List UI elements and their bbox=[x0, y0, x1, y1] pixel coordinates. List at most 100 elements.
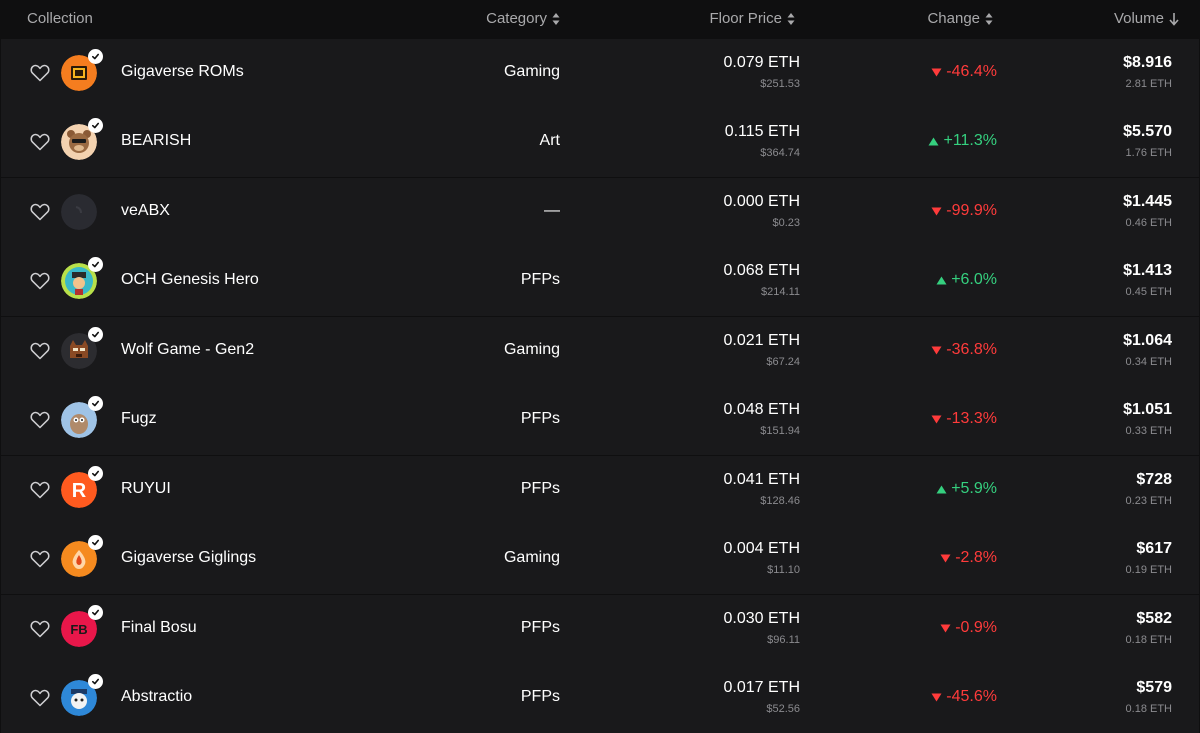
verified-check-icon bbox=[88, 535, 103, 550]
change-percent: +5.9% bbox=[951, 480, 997, 497]
floor-price-eth: 0.041 ETH bbox=[723, 471, 800, 488]
category-label: Gaming bbox=[503, 549, 560, 566]
triangle-up-icon bbox=[936, 276, 947, 285]
change-value: -13.3% bbox=[931, 410, 997, 428]
floor-price-eth: 0.004 ETH bbox=[723, 540, 800, 557]
header-volume[interactable]: Volume bbox=[1114, 10, 1179, 27]
heart-icon[interactable] bbox=[30, 620, 50, 638]
collection-name[interactable]: Gigaverse ROMs bbox=[121, 63, 244, 81]
floor-price-usd: $151.94 bbox=[760, 425, 800, 437]
collections-table: Collection Category Floor Price Change V… bbox=[0, 0, 1200, 733]
triangle-down-icon bbox=[931, 346, 942, 355]
heart-icon[interactable] bbox=[30, 64, 50, 82]
collection-name[interactable]: Gigaverse Giglings bbox=[121, 549, 256, 567]
verified-check-icon bbox=[88, 257, 103, 272]
table-header: Collection Category Floor Price Change V… bbox=[0, 0, 1200, 38]
triangle-down-icon bbox=[931, 207, 942, 216]
table-row[interactable]: Gigaverse Giglings Gaming 0.004 ETH $11.10 -… bbox=[1, 525, 1199, 594]
sort-icon bbox=[985, 12, 993, 26]
volume-usd: $1.445 bbox=[1123, 193, 1172, 210]
heart-icon[interactable] bbox=[30, 411, 50, 429]
collection-name[interactable]: veABX bbox=[121, 202, 170, 220]
collection-name[interactable]: Wolf Game - Gen2 bbox=[121, 341, 254, 359]
floor-price-eth: 0.030 ETH bbox=[723, 610, 800, 627]
table-row[interactable]: Abstractio PFPs 0.017 ETH $52.56 -45.6% $579 0… bbox=[1, 664, 1199, 733]
volume-usd: $1.413 bbox=[1123, 262, 1172, 279]
category-label: PFPs bbox=[520, 619, 560, 636]
category-label: — bbox=[544, 202, 560, 219]
category-label: PFPs bbox=[520, 480, 560, 497]
change-value: +11.3% bbox=[928, 132, 997, 150]
change-percent: +6.0% bbox=[951, 271, 997, 288]
floor-price-usd: $96.11 bbox=[767, 634, 800, 646]
floor-price-usd: $214.11 bbox=[761, 286, 800, 298]
volume-usd: $617 bbox=[1136, 540, 1172, 557]
floor-price-usd: $52.56 bbox=[766, 703, 800, 715]
floor-price-usd: $11.10 bbox=[767, 564, 800, 576]
category-label: PFPs bbox=[520, 271, 560, 288]
avatar bbox=[61, 257, 103, 299]
table-row[interactable]: Gigaverse ROMs Gaming 0.079 ETH $251.53 -46.… bbox=[1, 39, 1199, 108]
volume-eth: 0.23 ETH bbox=[1125, 495, 1172, 507]
volume-eth: 1.76 ETH bbox=[1125, 147, 1172, 159]
avatar bbox=[61, 194, 97, 230]
heart-icon[interactable] bbox=[30, 133, 50, 151]
table-row[interactable]: FB Final Bosu PFPs 0.030 ETH $96.11 -0.9% $582… bbox=[1, 595, 1199, 664]
volume-eth: 0.33 ETH bbox=[1125, 425, 1172, 437]
heart-icon[interactable] bbox=[30, 272, 50, 290]
category-label: PFPs bbox=[520, 688, 560, 705]
header-collection[interactable]: Collection bbox=[27, 10, 93, 27]
collection-name[interactable]: OCH Genesis Hero bbox=[121, 271, 259, 289]
change-percent: -99.9% bbox=[946, 202, 997, 219]
collection-name[interactable]: Final Bosu bbox=[121, 619, 197, 637]
change-value: -46.4% bbox=[931, 63, 997, 81]
heart-icon[interactable] bbox=[30, 550, 50, 568]
header-change[interactable]: Change bbox=[927, 10, 993, 27]
heart-icon[interactable] bbox=[30, 481, 50, 499]
avatar bbox=[61, 535, 103, 577]
collection-name[interactable]: Fugz bbox=[121, 410, 157, 428]
collection-name[interactable]: RUYUI bbox=[121, 480, 171, 498]
change-value: +6.0% bbox=[936, 271, 997, 289]
table-row[interactable]: Fugz PFPs 0.048 ETH $151.94 -13.3% $1.051 0.33… bbox=[1, 386, 1199, 455]
floor-price-usd: $128.46 bbox=[760, 495, 800, 507]
heart-icon[interactable] bbox=[30, 689, 50, 707]
verified-check-icon bbox=[88, 327, 103, 342]
heart-icon[interactable] bbox=[30, 342, 50, 360]
floor-price-eth: 0.000 ETH bbox=[723, 193, 800, 210]
table-row[interactable]: BEARISH Art 0.115 ETH $364.74 +11.3% $5.570 1.… bbox=[1, 108, 1199, 177]
change-percent: -2.8% bbox=[955, 549, 997, 566]
table-row[interactable]: R RUYUI PFPs 0.041 ETH $128.46 +5.9% $728 0.23 … bbox=[1, 456, 1199, 525]
table-row[interactable]: Wolf Game - Gen2 Gaming 0.021 ETH $67.24 -36… bbox=[1, 317, 1199, 386]
volume-eth: 0.45 ETH bbox=[1125, 286, 1172, 298]
floor-price-eth: 0.017 ETH bbox=[723, 679, 800, 696]
table-row[interactable]: veABX — 0.000 ETH $0.23 -99.9% $1.445 0.46 ETH bbox=[1, 178, 1199, 247]
floor-price-eth: 0.068 ETH bbox=[723, 262, 800, 279]
collection-name[interactable]: Abstractio bbox=[121, 688, 192, 706]
floor-price-eth: 0.079 ETH bbox=[723, 54, 800, 71]
volume-eth: 2.81 ETH bbox=[1125, 78, 1172, 90]
svg-text:R: R bbox=[72, 480, 87, 502]
floor-price-usd: $251.53 bbox=[760, 78, 800, 90]
volume-eth: 0.34 ETH bbox=[1125, 356, 1172, 368]
volume-usd: $5.570 bbox=[1123, 123, 1172, 140]
volume-eth: 0.19 ETH bbox=[1125, 564, 1172, 576]
avatar bbox=[61, 396, 103, 438]
category-label: PFPs bbox=[520, 410, 560, 427]
header-floor-price[interactable]: Floor Price bbox=[709, 10, 795, 27]
verified-check-icon bbox=[88, 49, 103, 64]
triangle-up-icon bbox=[936, 485, 947, 494]
verified-check-icon bbox=[88, 466, 103, 481]
floor-price-eth: 0.021 ETH bbox=[723, 332, 800, 349]
change-value: -36.8% bbox=[931, 341, 997, 359]
change-percent: -45.6% bbox=[946, 688, 997, 705]
heart-icon[interactable] bbox=[30, 203, 50, 221]
avatar bbox=[61, 327, 103, 369]
change-percent: -46.4% bbox=[946, 63, 997, 80]
category-label: Gaming bbox=[503, 63, 560, 80]
sort-icon bbox=[552, 12, 560, 26]
volume-eth: 0.46 ETH bbox=[1125, 217, 1172, 229]
header-category[interactable]: Category bbox=[486, 10, 560, 27]
table-row[interactable]: OCH Genesis Hero PFPs 0.068 ETH $214.11 +6.0… bbox=[1, 247, 1199, 316]
collection-name[interactable]: BEARISH bbox=[121, 132, 191, 150]
